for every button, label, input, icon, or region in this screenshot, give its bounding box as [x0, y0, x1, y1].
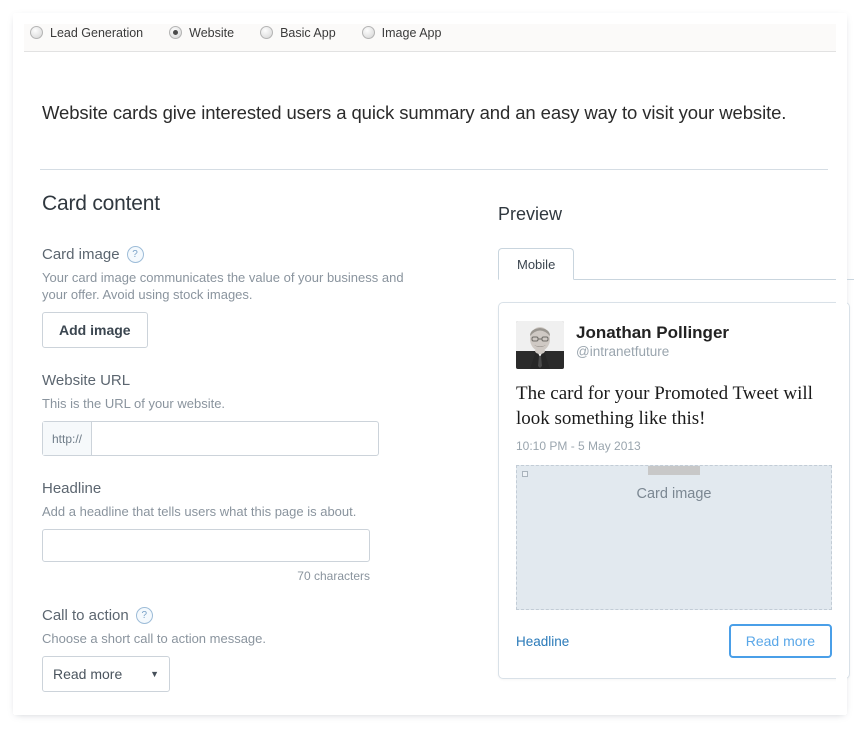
headline-label: Headline	[42, 480, 102, 497]
field-card-image: Card image ? Your card image communicate…	[42, 246, 462, 348]
card-image-label-row: Card image ?	[42, 246, 462, 263]
tweet-display-name: Jonathan Pollinger	[576, 323, 730, 342]
radio-icon-image-app[interactable]	[361, 26, 375, 39]
website-url-description: This is the URL of your website.	[42, 396, 226, 411]
radio-option-website[interactable]: Website	[169, 26, 234, 40]
radio-label-lead-generation: Lead Generation	[50, 25, 144, 40]
website-url-label-row: Website URL	[42, 372, 462, 389]
preview-tabs: Mobile	[498, 247, 854, 280]
call-to-action-select[interactable]: Read more ▼	[42, 656, 170, 692]
broken-image-icon	[522, 471, 528, 477]
field-call-to-action: Call to action ? Choose a short call to …	[42, 607, 462, 692]
website-url-prefix: http://	[43, 422, 93, 455]
tweet-timestamp: 10:10 PM - 5 May 2013	[516, 439, 641, 453]
field-headline: Headline Add a headline that tells users…	[42, 480, 462, 583]
website-url-input[interactable]	[92, 422, 378, 455]
card-content-column: Card content Card image ? Your card imag…	[42, 192, 462, 716]
radio-label-website: Website	[189, 25, 235, 40]
app-screenshot: Lead Generation Website Basic App Image …	[0, 0, 860, 731]
preview-cta-button[interactable]: Read more	[728, 624, 832, 658]
preview-title: Preview	[498, 204, 563, 224]
intro-description: Website cards give interested users a qu…	[42, 102, 787, 123]
sheet-inner: Lead Generation Website Basic App Image …	[13, 13, 854, 716]
field-website-url: Website URL This is the URL of your webs…	[42, 372, 462, 456]
add-image-button[interactable]: Add image	[42, 312, 148, 348]
radio-option-image-app[interactable]: Image App	[361, 25, 442, 40]
tweet-body-text: The card for your Promoted Tweet will lo…	[516, 383, 813, 429]
call-to-action-selected-value: Read more	[53, 666, 123, 682]
tweet-preview-card: Jonathan Pollinger @intranetfuture The c…	[498, 302, 850, 679]
avatar-photo	[516, 321, 564, 369]
radio-icon-lead-generation[interactable]	[30, 26, 43, 39]
avatar	[516, 321, 564, 369]
call-to-action-description: Choose a short call to action message.	[42, 631, 267, 646]
headline-char-count: 70 characters	[297, 569, 370, 583]
tweet-card-footer: Headline Read more	[516, 624, 832, 658]
section-divider	[40, 169, 828, 170]
tweet-identity: Jonathan Pollinger @intranetfuture	[576, 321, 729, 361]
tweet-handle: @intranetfuture	[576, 344, 670, 359]
website-url-input-group: http://	[42, 421, 379, 456]
chevron-down-icon[interactable]: ▼	[150, 669, 159, 679]
call-to-action-label-row: Call to action ?	[42, 607, 462, 624]
tweet-header: Jonathan Pollinger @intranetfuture	[516, 321, 832, 369]
headline-description: Add a headline that tells users what thi…	[42, 504, 357, 519]
radio-icon-website[interactable]	[169, 26, 183, 39]
image-loading-bar	[648, 466, 700, 475]
help-icon-call-to-action[interactable]: ?	[135, 607, 153, 624]
call-to-action-label: Call to action	[42, 607, 129, 624]
card-image-placeholder: Card image	[516, 465, 832, 610]
website-url-label: Website URL	[42, 372, 131, 389]
preview-headline-link[interactable]: Headline	[516, 634, 569, 649]
card-type-radio-group: Lead Generation Website Basic App Image …	[14, 14, 846, 52]
tab-mobile[interactable]: Mobile	[498, 248, 575, 280]
torn-paper-sheet: Lead Generation Website Basic App Image …	[13, 13, 854, 716]
radio-option-basic-app[interactable]: Basic App	[260, 26, 336, 40]
radio-icon-basic-app[interactable]	[260, 26, 274, 39]
headline-input[interactable]	[42, 529, 370, 562]
radio-option-lead-generation[interactable]: Lead Generation	[30, 26, 143, 40]
radio-label-basic-app: Basic App	[280, 25, 336, 40]
card-content-title: Card content	[42, 192, 160, 215]
help-icon-card-image[interactable]: ?	[126, 246, 144, 263]
headline-label-row: Headline	[42, 480, 462, 497]
card-image-description: Your card image communicates the value o…	[42, 270, 404, 302]
radio-label-image-app: Image App	[381, 25, 442, 40]
preview-column: Preview Mobile Jonathan Pollinger @intra…	[498, 204, 854, 679]
card-image-placeholder-label: Card image	[636, 486, 712, 502]
torn-edge-left	[13, 14, 24, 714]
card-image-label: Card image	[42, 246, 120, 263]
